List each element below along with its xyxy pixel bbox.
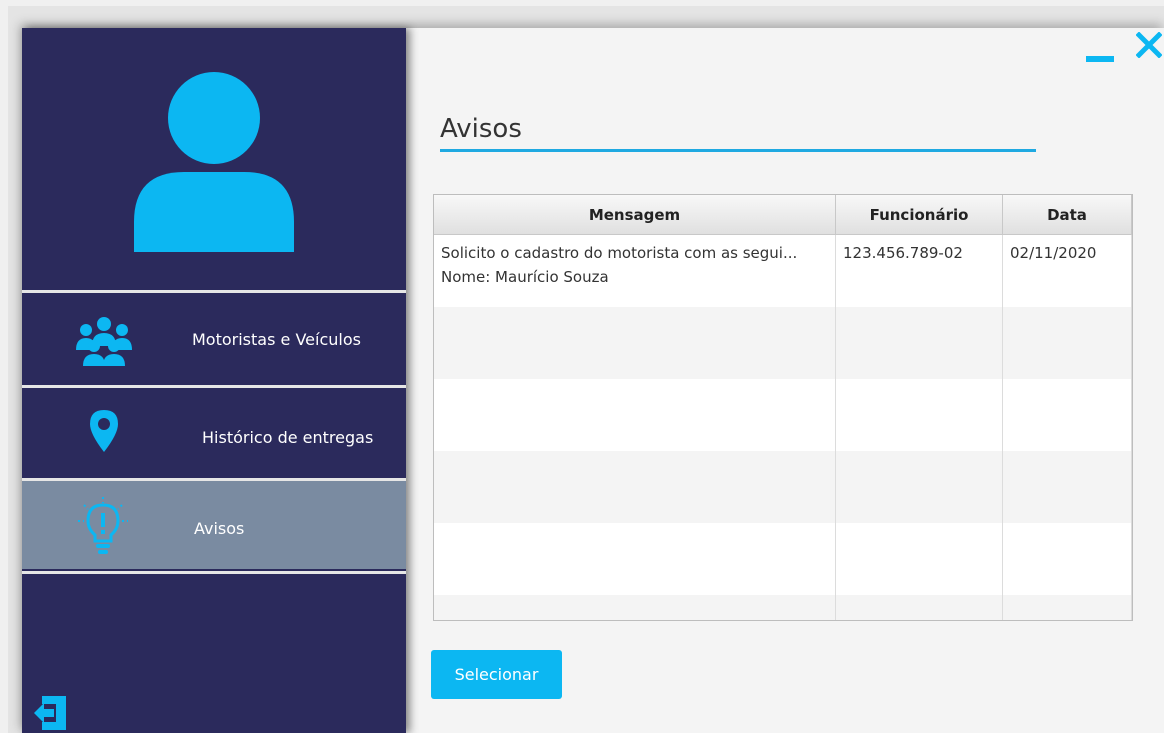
sidebar-divider	[22, 571, 406, 574]
empty-cell	[434, 595, 836, 620]
cell-mensagem-line2: Nome: Maurício Souza	[441, 268, 609, 286]
empty-cell	[836, 379, 1003, 451]
empty-cell	[836, 451, 1003, 523]
table-row-empty	[434, 523, 1132, 595]
select-button[interactable]: Selecionar	[431, 650, 562, 699]
empty-cell	[1003, 451, 1132, 523]
table-row[interactable]: Solicito o cadastro do motorista com as …	[434, 235, 1132, 307]
column-header-data[interactable]: Data	[1003, 195, 1132, 235]
title-underline	[440, 149, 1036, 152]
logout-back-icon[interactable]	[34, 694, 66, 730]
close-icon[interactable]	[1136, 32, 1162, 58]
empty-cell	[1003, 379, 1132, 451]
table-row-empty	[434, 307, 1132, 379]
app-window: Motoristas e Veículos Histórico de entre…	[22, 28, 1164, 733]
sidebar-item-historico[interactable]: Histórico de entregas	[22, 390, 406, 478]
sidebar-divider	[22, 385, 406, 388]
map-pin-icon	[90, 410, 118, 452]
avisos-table[interactable]: Mensagem Funcionário Data Solicito o cad…	[433, 194, 1133, 621]
empty-cell	[434, 451, 836, 523]
users-group-icon	[76, 317, 132, 366]
table-row-empty	[434, 379, 1132, 451]
empty-cell	[1003, 595, 1132, 620]
cell-funcionario: 123.456.789-02	[836, 235, 1003, 307]
empty-cell	[1003, 523, 1132, 595]
sidebar-item-label: Avisos	[194, 519, 245, 538]
sidebar-item-avisos[interactable]: Avisos	[22, 481, 406, 569]
lightbulb-alert-icon	[78, 497, 128, 554]
minimize-icon[interactable]	[1086, 56, 1114, 62]
sidebar-divider	[22, 290, 406, 293]
table-row-empty	[434, 595, 1132, 620]
table-header: Mensagem Funcionário Data	[434, 195, 1132, 235]
cell-mensagem-line1: Solicito o cadastro do motorista com as …	[441, 244, 798, 262]
user-avatar-icon	[134, 72, 294, 252]
sidebar-item-label: Motoristas e Veículos	[192, 330, 361, 349]
empty-cell	[836, 595, 1003, 620]
table-row-empty	[434, 451, 1132, 523]
cell-mensagem: Solicito o cadastro do motorista com as …	[434, 235, 836, 307]
empty-cell	[836, 523, 1003, 595]
empty-cell	[434, 379, 836, 451]
sidebar-item-label: Histórico de entregas	[202, 428, 374, 447]
column-header-mensagem[interactable]: Mensagem	[434, 195, 836, 235]
column-header-funcionario[interactable]: Funcionário	[836, 195, 1003, 235]
empty-cell	[1003, 307, 1132, 379]
empty-cell	[434, 307, 836, 379]
sidebar-item-motoristas[interactable]: Motoristas e Veículos	[22, 296, 406, 384]
page-title: Avisos	[440, 114, 522, 144]
cell-data: 02/11/2020	[1003, 235, 1132, 307]
sidebar: Motoristas e Veículos Histórico de entre…	[22, 28, 406, 733]
empty-cell	[434, 523, 836, 595]
empty-cell	[836, 307, 1003, 379]
